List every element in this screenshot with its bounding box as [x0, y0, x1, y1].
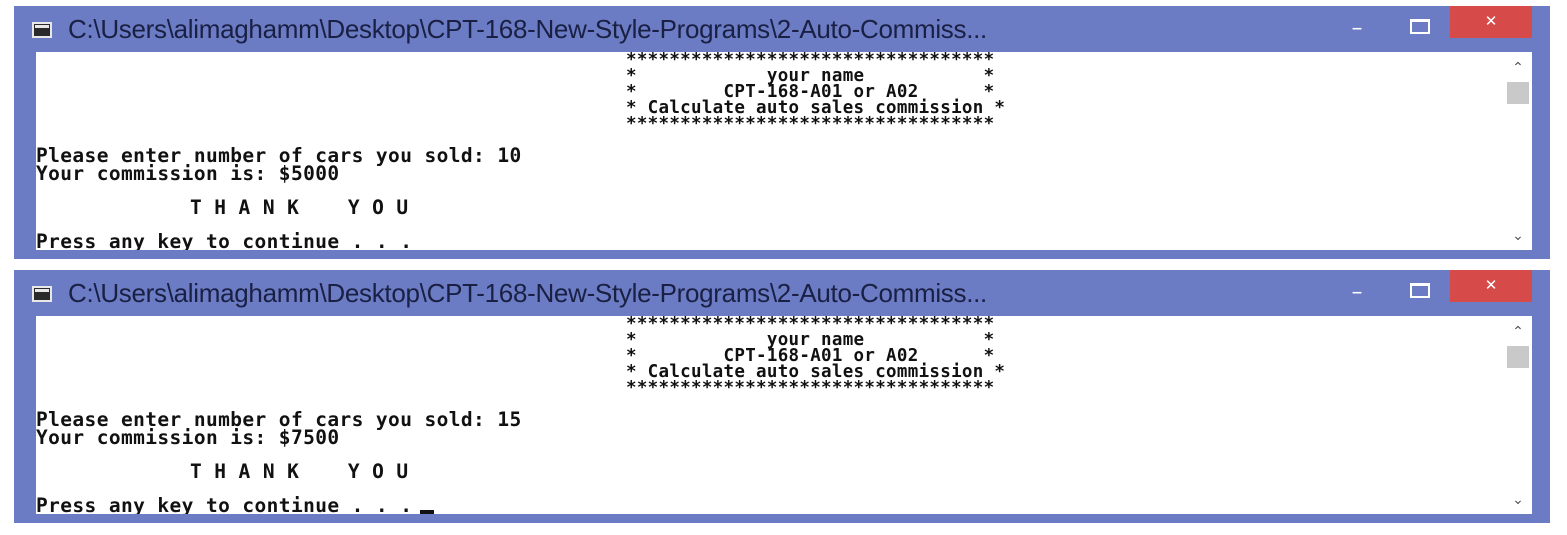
maximize-icon: [1410, 283, 1430, 298]
close-button[interactable]: ✕: [1450, 6, 1532, 38]
vertical-scrollbar[interactable]: ⌃ ⌄: [1504, 316, 1532, 514]
console-output[interactable]: ********************************** * you…: [36, 52, 1504, 250]
title-bar[interactable]: C:\Users\alimaghamm\Desktop\CPT-168-New-…: [14, 270, 1550, 320]
title-bar[interactable]: C:\Users\alimaghamm\Desktop\CPT-168-New-…: [14, 6, 1550, 56]
commission-output: Your commission is: $7500: [36, 426, 340, 449]
text-cursor: [420, 510, 435, 514]
thank-you-message: T H A N K Y O U: [190, 196, 409, 219]
scroll-down-icon[interactable]: ⌄: [1504, 490, 1532, 510]
scroll-up-icon[interactable]: ⌃: [1504, 58, 1532, 78]
close-button[interactable]: ✕: [1450, 270, 1532, 302]
commission-output: Your commission is: $5000: [36, 162, 340, 185]
press-any-key-message: Press any key to continue . . .: [36, 494, 413, 514]
maximize-button[interactable]: [1400, 278, 1438, 304]
scroll-up-icon[interactable]: ⌃: [1504, 322, 1532, 342]
console-client-area[interactable]: ********************************** * you…: [36, 316, 1532, 514]
window-title: C:\Users\alimaghamm\Desktop\CPT-168-New-…: [68, 14, 987, 44]
console-app-icon[interactable]: [32, 286, 52, 302]
thank-you-message: T H A N K Y O U: [190, 460, 409, 483]
press-any-key-message: Press any key to continue . . .: [36, 230, 413, 250]
scroll-down-icon[interactable]: ⌄: [1504, 226, 1532, 246]
minimize-button[interactable]: –: [1338, 18, 1376, 44]
maximize-icon: [1410, 19, 1430, 34]
banner-line: **********************************: [626, 378, 995, 398]
scroll-thumb[interactable]: [1507, 82, 1529, 104]
banner-line: **********************************: [626, 114, 995, 134]
press-any-key-line: Press any key to continue . . .: [36, 494, 435, 514]
maximize-button[interactable]: [1400, 14, 1438, 40]
console-output[interactable]: ********************************** * you…: [36, 316, 1504, 514]
console-app-icon[interactable]: [32, 22, 52, 38]
console-client-area[interactable]: ********************************** * you…: [36, 52, 1532, 250]
console-window-2: C:\Users\alimaghamm\Desktop\CPT-168-New-…: [14, 270, 1550, 523]
minimize-button[interactable]: –: [1338, 282, 1376, 308]
vertical-scrollbar[interactable]: ⌃ ⌄: [1504, 52, 1532, 250]
scroll-thumb[interactable]: [1507, 346, 1529, 368]
window-title: C:\Users\alimaghamm\Desktop\CPT-168-New-…: [68, 278, 987, 308]
console-window-1: C:\Users\alimaghamm\Desktop\CPT-168-New-…: [14, 6, 1550, 259]
